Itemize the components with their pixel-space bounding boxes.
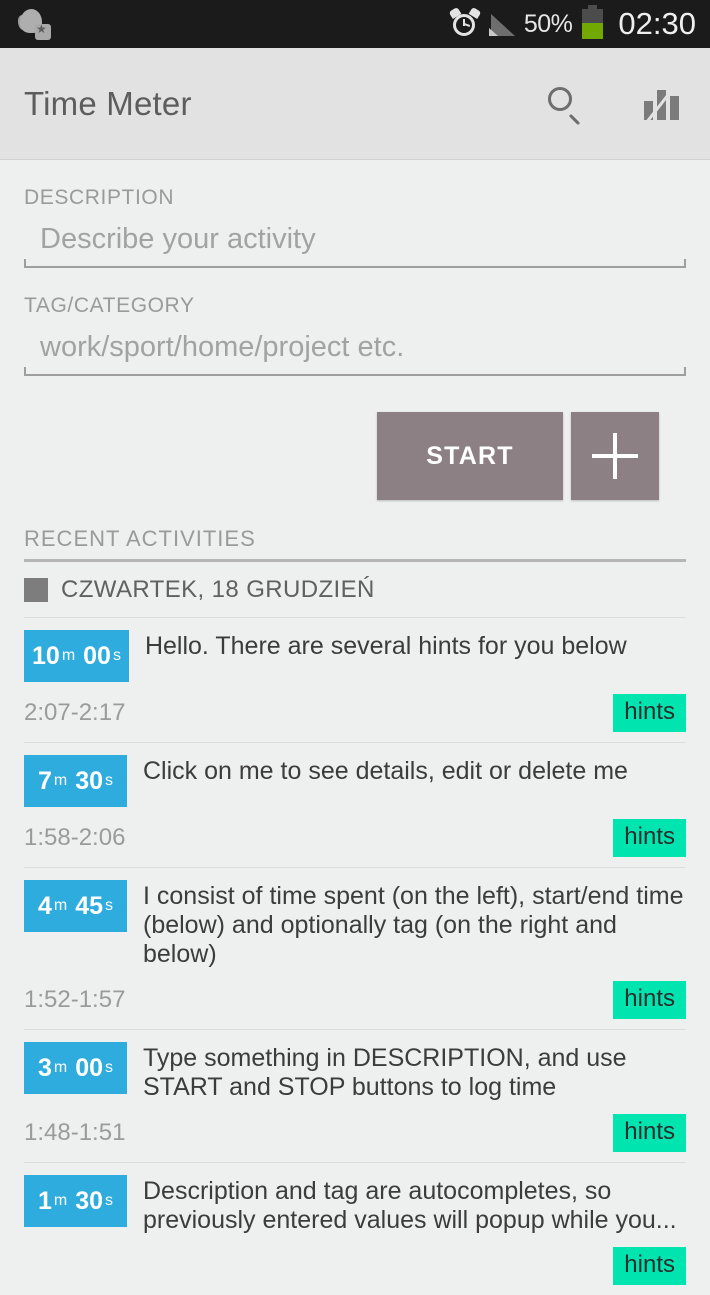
day-header: CZWARTEK, 18 GRUDZIEŃ (24, 562, 686, 618)
activity-list: 10 m 00 s Hello. There are several hints for… (0, 618, 710, 1295)
description-label: DESCRIPTION (24, 186, 175, 209)
activity-description: Description and tag are autocompletes, s… (143, 1177, 677, 1234)
tag-input-wrap[interactable] (24, 324, 686, 376)
activity-form: DESCRIPTION TAG/CATEGORY START (0, 160, 710, 500)
duration-minutes-unit: m (53, 897, 68, 914)
duration-seconds: 00 (75, 1053, 104, 1082)
tag-label: TAG/CATEGORY (24, 294, 195, 317)
recent-activities-heading: RECENT ACTIVITIES (24, 526, 686, 562)
tag-underline (24, 367, 686, 376)
activity-description: Hello. There are several hints for you b… (144, 632, 627, 660)
duration-seconds-unit: s (105, 1059, 114, 1076)
activity-duration-badge: 4 m 45 s (24, 880, 127, 932)
duration-minutes-unit: m (61, 647, 76, 664)
tag-input[interactable] (40, 324, 686, 370)
app-bar-actions (546, 85, 680, 130)
description-input-wrap[interactable] (24, 216, 686, 268)
app-bar: Time Meter (0, 48, 710, 160)
search-icon[interactable] (546, 85, 584, 125)
activity-description: Click on me to see details, edit or dele… (143, 757, 628, 785)
activity-row-bottom: hints (24, 1247, 686, 1285)
alarm-clock-icon (448, 6, 482, 39)
duration-minutes: 1 (37, 1186, 52, 1215)
activity-row-bottom: 1:58-2:06 hints (24, 819, 686, 857)
activity-time-range: 1:58-2:06 (24, 824, 126, 851)
description-field-group: DESCRIPTION (24, 186, 686, 268)
duration-seconds-unit: s (105, 897, 114, 914)
start-button[interactable]: START (377, 412, 563, 500)
activity-row-top: 3 m 00 s Type something in DESCRIPTION, and … (24, 1042, 686, 1102)
battery-percent-label: 50% (523, 9, 573, 38)
activity-description: Type something in DESCRIPTION, and use S… (143, 1044, 627, 1101)
cell-signal-icon (488, 12, 515, 36)
duration-minutes-unit: m (53, 772, 68, 789)
duration-seconds-unit: s (105, 1192, 114, 1209)
activity-row-bottom: 1:52-1:57 hints (24, 981, 686, 1019)
status-bar: 50% 02:30 (0, 0, 710, 48)
battery-half-icon (582, 5, 604, 39)
status-bar-clock: 02:30 (618, 6, 696, 41)
duration-seconds: 00 (83, 641, 111, 670)
tag-field-group: TAG/CATEGORY (24, 294, 686, 376)
activity-time-range: 1:52-1:57 (24, 986, 126, 1013)
description-underline (24, 259, 686, 268)
duration-seconds-unit: s (105, 772, 114, 789)
duration-seconds: 30 (75, 1186, 104, 1215)
activity-row[interactable]: 10 m 00 s Hello. There are several hints for… (24, 618, 686, 743)
activity-row[interactable]: 7 m 30 s Click on me to see details, edit or… (24, 743, 686, 868)
activity-duration-badge: 7 m 30 s (24, 755, 127, 807)
activity-duration-badge: 1 m 30 s (24, 1175, 127, 1227)
day-label: CZWARTEK, 18 GRUDZIEŃ (61, 576, 375, 603)
duration-seconds-unit: s (112, 647, 121, 664)
bar-chart-icon[interactable] (640, 86, 680, 130)
activity-duration-badge: 10 m 00 s (24, 630, 129, 682)
duration-minutes: 4 (37, 891, 52, 920)
duration-minutes: 7 (37, 766, 52, 795)
activity-tag[interactable]: hints (613, 981, 686, 1019)
activity-row-top: 10 m 00 s Hello. There are several hints for… (24, 630, 686, 682)
activity-row[interactable]: 3 m 00 s Type something in DESCRIPTION, and … (24, 1030, 686, 1163)
activity-row-bottom: 1:48-1:51 hints (24, 1114, 686, 1152)
add-activity-button[interactable] (571, 412, 659, 500)
status-bar-notifications (16, 8, 450, 40)
activity-row-bottom: 2:07-2:17 hints (24, 694, 686, 732)
description-input[interactable] (40, 216, 686, 262)
app-notification-icon (16, 8, 54, 40)
activity-row[interactable]: 1 m 30 s Description and tag are autocomplet… (24, 1163, 686, 1295)
activity-tag[interactable]: hints (613, 819, 686, 857)
activity-description: I consist of time spent (on the left), s… (143, 882, 684, 968)
activity-row-top: 4 m 45 s I consist of time spent (on the lef… (24, 880, 686, 969)
activity-tag[interactable]: hints (613, 694, 686, 732)
page-title: Time Meter (24, 84, 192, 122)
activity-tag[interactable]: hints (613, 1247, 686, 1285)
day-color-swatch (24, 578, 48, 602)
duration-minutes: 10 (32, 641, 60, 670)
duration-minutes: 3 (37, 1053, 52, 1082)
duration-seconds: 45 (75, 891, 104, 920)
activity-tag[interactable]: hints (613, 1114, 686, 1152)
duration-seconds: 30 (75, 766, 104, 795)
status-bar-system: 50% 02:30 (448, 5, 696, 42)
action-buttons: START (24, 412, 686, 500)
activity-row-top: 7 m 30 s Click on me to see details, edit or… (24, 755, 686, 807)
duration-minutes-unit: m (53, 1192, 68, 1209)
activity-time-range: 1:48-1:51 (24, 1119, 126, 1146)
duration-minutes-unit: m (53, 1059, 68, 1076)
activity-duration-badge: 3 m 00 s (24, 1042, 127, 1094)
activity-row[interactable]: 4 m 45 s I consist of time spent (on the lef… (24, 868, 686, 1030)
activity-time-range: 2:07-2:17 (24, 699, 126, 726)
activity-row-top: 1 m 30 s Description and tag are autocomplet… (24, 1175, 686, 1235)
